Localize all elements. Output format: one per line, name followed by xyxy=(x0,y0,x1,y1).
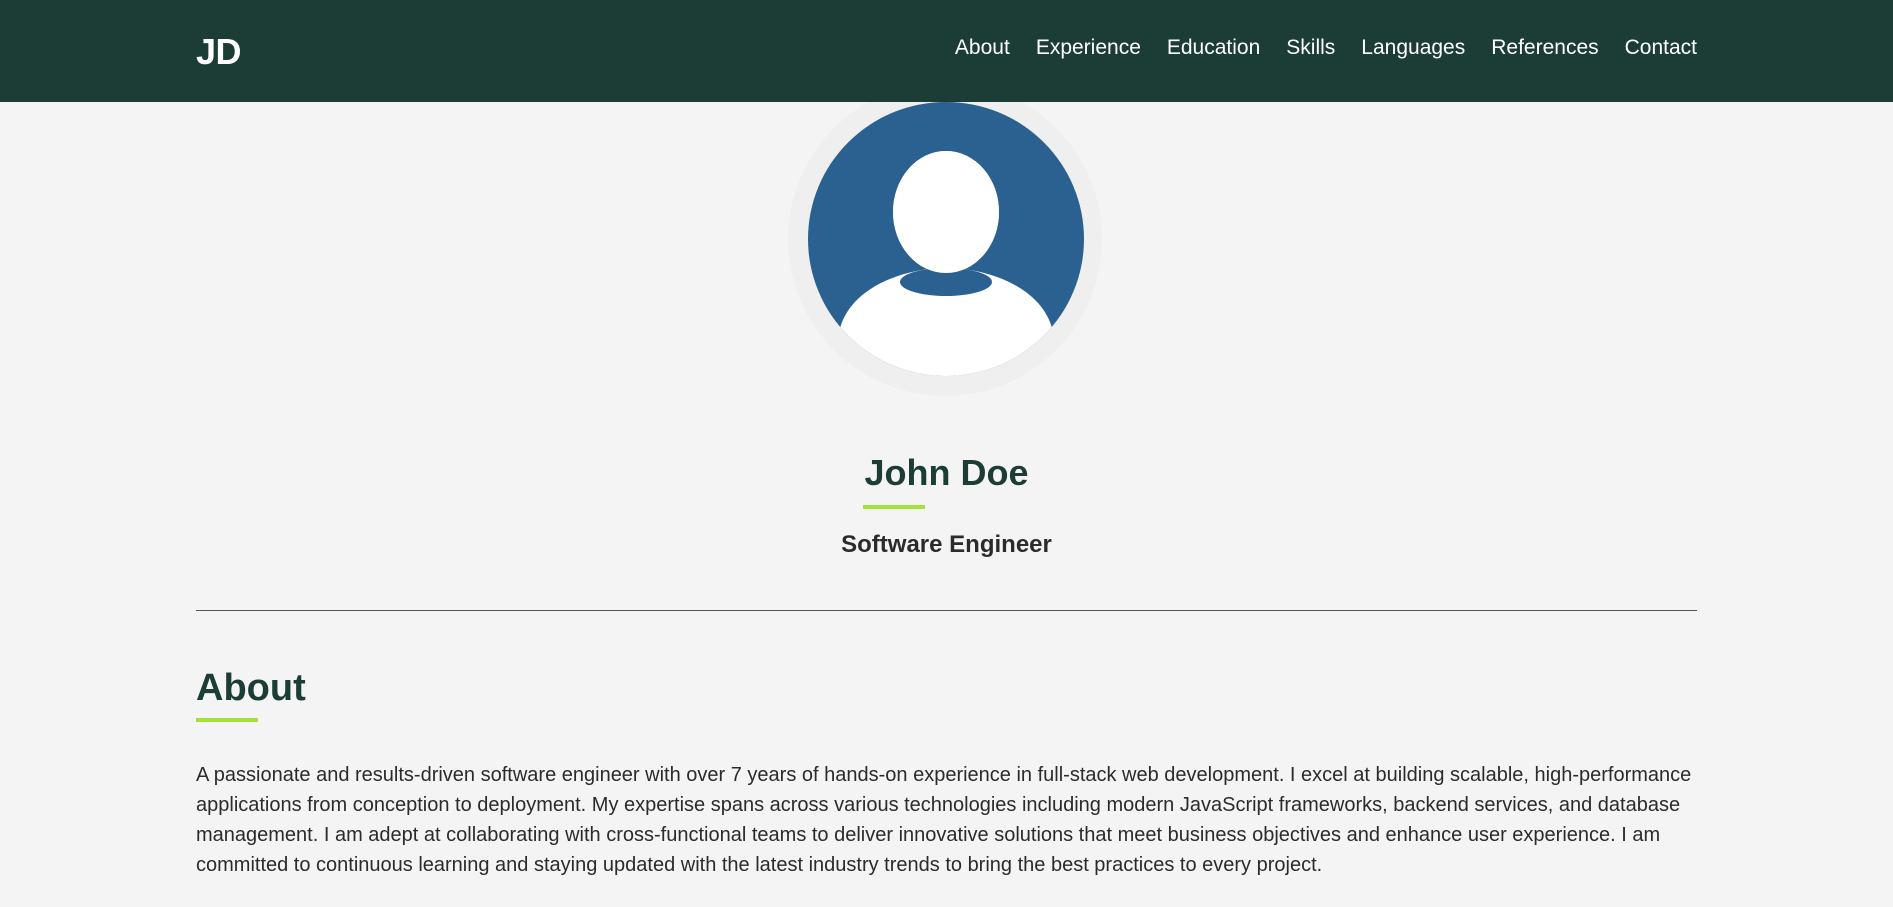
top-navbar: JD About Experience Education Skills Lan… xyxy=(0,0,1893,102)
nav-links: About Experience Education Skills Langua… xyxy=(955,36,1697,60)
profile-title: Software Engineer xyxy=(841,531,1052,558)
nav-link-about[interactable]: About xyxy=(955,36,1010,60)
nav-link-education[interactable]: Education xyxy=(1167,36,1260,60)
nav-link-references[interactable]: References xyxy=(1491,36,1598,60)
about-text: A passionate and results-driven software… xyxy=(196,764,1692,876)
about-heading: About xyxy=(196,667,306,709)
name-accent-underline xyxy=(863,505,925,509)
about-accent-underline xyxy=(196,718,258,722)
user-silhouette-icon xyxy=(808,102,1084,376)
brand-logo[interactable]: JD xyxy=(196,31,242,73)
avatar xyxy=(808,102,1084,376)
nav-link-experience[interactable]: Experience xyxy=(1036,36,1141,60)
profile-name: John Doe xyxy=(864,452,1029,493)
nav-link-skills[interactable]: Skills xyxy=(1286,36,1335,60)
nav-link-contact[interactable]: Contact xyxy=(1625,36,1697,60)
nav-link-languages[interactable]: Languages xyxy=(1361,36,1465,60)
section-divider xyxy=(196,610,1697,611)
